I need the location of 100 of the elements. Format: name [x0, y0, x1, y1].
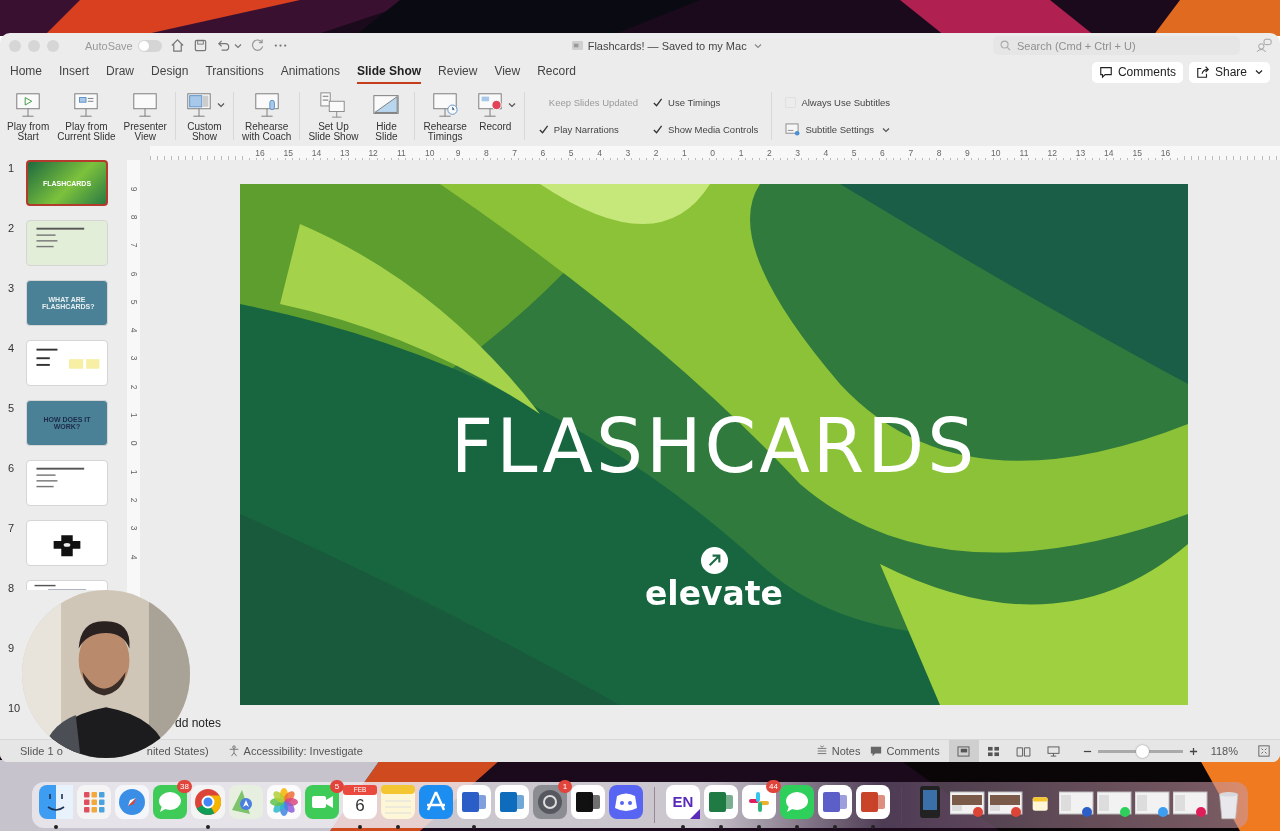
ribbon-tab[interactable]: Insert [59, 60, 90, 84]
slide[interactable]: FLASHCARDS elevate [240, 184, 1188, 705]
ribbon-tab[interactable]: Animations [280, 60, 341, 84]
ribbon-tab[interactable]: Record [537, 60, 576, 84]
zoom-in-icon[interactable] [1188, 746, 1198, 756]
slide-number: 5 [7, 402, 16, 414]
comment-icon [870, 745, 883, 757]
app-store-icon[interactable] [418, 784, 454, 820]
team-app-icon[interactable] [816, 784, 853, 820]
slide-number: 6 [7, 462, 16, 474]
window-title[interactable]: Flashcards! — Saved to my Mac [587, 39, 747, 52]
caret-icon [1255, 68, 1263, 76]
ribbon-button[interactable]: Play from Start [4, 90, 53, 142]
caret-icon[interactable] [233, 41, 242, 50]
note-app-icon[interactable] [664, 784, 701, 820]
normal-view-icon [956, 745, 972, 757]
slide-number: 3 [7, 282, 16, 294]
horizontal-ruler: 16 15 14 13 12 11 10 9 8 7 6 5 4 3 2 1 0 1 2 3 4 5 6 7 8 9 10 11 12 13 14 15 16 [150, 146, 1280, 160]
checkbox-option[interactable]: Show Media Controls [652, 122, 759, 137]
ribbon-tab[interactable]: Review [438, 60, 478, 84]
calendar-icon[interactable] [342, 784, 378, 820]
slide-number: 9 [7, 642, 16, 654]
ribbon-button[interactable]: Play from Current Slide [54, 90, 119, 142]
search-field[interactable]: Search (Cmd + Ctrl + U) [993, 36, 1240, 55]
presentation-icon [1046, 745, 1062, 757]
slide-number: 2 [7, 222, 16, 234]
checkbox-option[interactable]: Use Timings [652, 95, 759, 110]
compass-icon[interactable] [114, 784, 150, 820]
document-app-icon[interactable] [456, 784, 492, 820]
slide-thumbnail[interactable] [26, 220, 108, 266]
slide-title: FLASHCARDS [450, 404, 978, 488]
redo-icon[interactable] [249, 38, 265, 53]
flower-icon[interactable] [266, 784, 302, 820]
comments-button[interactable]: Comments [865, 745, 945, 757]
checkbox-option[interactable]: Always Use Subtitles [785, 95, 891, 110]
grid-view-icon [986, 745, 1002, 757]
notes-button[interactable]: Notes [810, 745, 866, 757]
ribbon-button[interactable]: Set Up Slide Show [305, 90, 362, 142]
browser-icon[interactable] [190, 784, 226, 820]
spreadsheet-app-icon[interactable] [702, 784, 739, 820]
document-icon [570, 40, 584, 51]
accessibility-button[interactable]: Accessibility: Investigate [222, 745, 368, 757]
comment-icon [1098, 65, 1113, 79]
video-camera-icon[interactable] [304, 784, 340, 820]
game-controller-icon[interactable] [608, 784, 644, 820]
caret-icon[interactable] [753, 41, 762, 50]
ribbon-button[interactable]: Custom Show [180, 90, 228, 142]
share-button[interactable]: Share [1188, 61, 1270, 83]
subtitle-settings-dropdown[interactable]: Subtitle Settings [785, 122, 891, 137]
phone-bubble-icon[interactable] [778, 784, 815, 820]
fit-to-window-icon[interactable] [1258, 745, 1270, 757]
ribbon-button[interactable]: Record [471, 90, 519, 142]
slide-number: 8 [7, 582, 16, 594]
gear-icon[interactable] [532, 784, 568, 820]
presentation-app-icon[interactable] [854, 784, 891, 820]
undo-icon[interactable] [215, 38, 231, 53]
calendar-day: 6 [355, 796, 365, 816]
ribbon-tab[interactable]: Transitions [205, 60, 264, 84]
chat-bubble-icon[interactable] [152, 784, 188, 820]
checkmark-icon [652, 97, 664, 108]
ribbon-tab[interactable]: Home [10, 60, 42, 84]
ribbon-button[interactable]: Presenter View [120, 90, 170, 142]
logo-text: elevate [645, 575, 783, 613]
zoom-percentage[interactable]: 118% [1210, 745, 1238, 757]
mail-app-icon[interactable] [494, 784, 530, 820]
view-button[interactable] [948, 740, 979, 762]
autosave-toggle[interactable] [137, 39, 162, 52]
slide-number: 4 [7, 342, 16, 354]
caret-icon [882, 125, 891, 134]
accessibility-icon [227, 745, 240, 757]
hash-app-icon[interactable] [740, 784, 777, 820]
ribbon-tab[interactable]: Design [151, 60, 189, 84]
home-icon[interactable] [169, 38, 185, 53]
finder-face-icon[interactable] [38, 784, 74, 820]
slide-thumbnail[interactable] [26, 460, 108, 506]
app-grid-icon[interactable] [76, 784, 112, 820]
ribbon-tab[interactable]: View [494, 60, 521, 84]
slide-number: 10 [7, 702, 22, 714]
share-icon [1195, 65, 1210, 79]
ribbon-tab[interactable]: Draw [106, 60, 135, 84]
ribbon-tab[interactable]: Slide Show [357, 60, 422, 84]
save-icon[interactable] [192, 38, 208, 53]
app-icon-text: EN [672, 792, 694, 812]
checkbox-option[interactable]: Play Narrations [537, 122, 639, 137]
ribbon-button[interactable]: Hide Slide [363, 90, 410, 142]
book-icon [1016, 745, 1032, 757]
notebook-app-icon[interactable] [570, 784, 606, 820]
clock-screen-icon [430, 91, 461, 119]
slide-number: 7 [7, 522, 16, 534]
map-icon[interactable] [228, 784, 264, 820]
checkmark-icon [652, 124, 664, 135]
ribbon-button[interactable]: Rehearse with Coach [238, 90, 295, 142]
comments-button[interactable]: Comments [1091, 61, 1183, 83]
slide-thumbnail[interactable] [26, 340, 108, 386]
autosave-label: AutoSave [85, 39, 133, 52]
ribbon-button[interactable]: Rehearse Timings [420, 90, 470, 142]
checkmark-icon [537, 124, 549, 135]
slide-thumbnail[interactable] [26, 520, 108, 566]
subtitles-icon [785, 123, 801, 136]
slide-number: 1 [7, 162, 16, 174]
